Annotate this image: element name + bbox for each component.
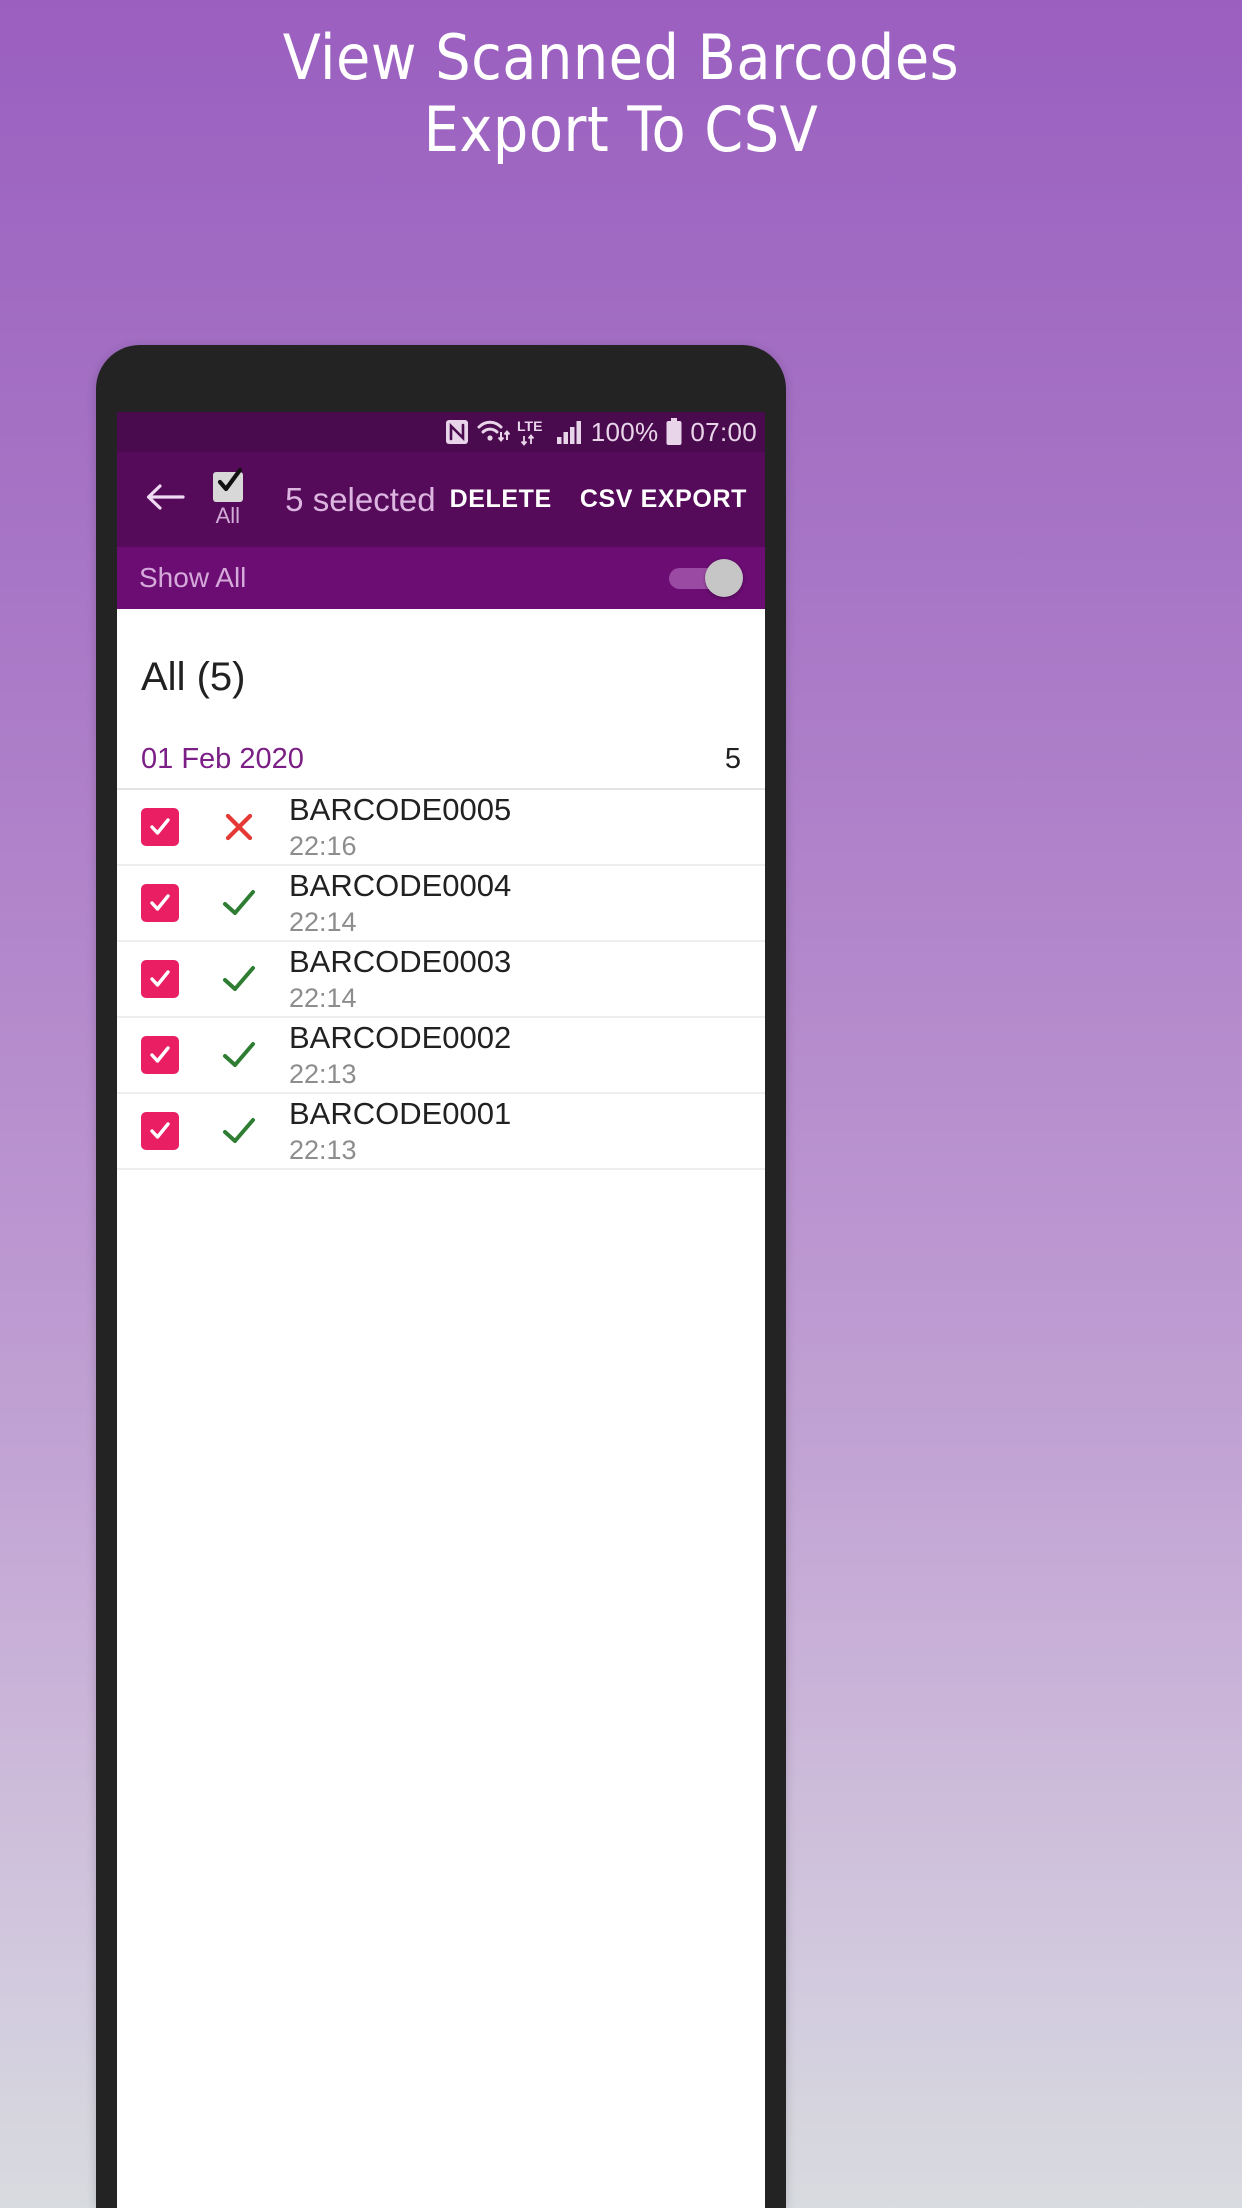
row-time-label: 22:14 [289, 907, 357, 937]
delete-button[interactable]: DELETE [436, 485, 566, 514]
selection-count-title: 5 selected [285, 480, 436, 518]
row-checkbox[interactable] [141, 884, 179, 922]
table-row[interactable]: BARCODE0005 22:16 [117, 790, 765, 866]
row-texts: BARCODE0004 22:14 [289, 868, 511, 938]
row-texts: BARCODE0002 22:13 [289, 1020, 511, 1090]
promo-line-1: View Scanned Barcodes [282, 21, 960, 94]
status-ok-icon [211, 884, 267, 922]
back-button[interactable] [137, 481, 193, 518]
clock-label: 07:00 [690, 417, 757, 447]
row-checkbox[interactable] [141, 1036, 179, 1074]
row-barcode-label: BARCODE0002 [289, 1020, 512, 1055]
show-all-bar: Show All [117, 547, 765, 609]
row-checkbox[interactable] [141, 808, 179, 846]
row-texts: BARCODE0005 22:16 [289, 792, 511, 862]
table-row[interactable]: BARCODE0002 22:13 [117, 1018, 765, 1094]
app-bar-actions: DELETE CSV EXPORT [436, 485, 765, 514]
row-barcode-label: BARCODE0005 [289, 792, 512, 827]
app-bar: All 5 selected DELETE CSV EXPORT [117, 452, 765, 547]
phone-frame: LTE 100% 07:00 All 5 selected DELETE CSV… [96, 345, 786, 2208]
table-row[interactable]: BARCODE0003 22:14 [117, 942, 765, 1018]
nfc-icon [445, 419, 469, 445]
status-ok-icon [211, 1036, 267, 1074]
csv-export-button[interactable]: CSV EXPORT [566, 485, 761, 514]
back-arrow-icon [145, 481, 185, 518]
wifi-icon [476, 419, 510, 445]
show-all-label: Show All [139, 562, 247, 593]
list-title: All (5) [141, 655, 246, 699]
date-group-header: 01 Feb 2020 5 [117, 701, 765, 790]
battery-icon [665, 418, 683, 446]
show-all-toggle[interactable] [669, 559, 743, 597]
table-row[interactable]: BARCODE0004 22:14 [117, 866, 765, 942]
lte-icon: LTE [517, 418, 549, 446]
promo-line-2: Export To CSV [423, 93, 819, 166]
status-ok-icon [211, 960, 267, 998]
row-barcode-label: BARCODE0003 [289, 944, 512, 979]
row-time-label: 22:13 [289, 1059, 357, 1089]
row-texts: BARCODE0003 22:14 [289, 944, 511, 1014]
row-checkbox[interactable] [141, 960, 179, 998]
date-group-count: 5 [724, 743, 741, 775]
row-time-label: 22:14 [289, 983, 357, 1013]
row-time-label: 22:16 [289, 831, 357, 861]
row-time-label: 22:13 [289, 1135, 357, 1165]
row-barcode-label: BARCODE0001 [289, 1096, 512, 1131]
row-barcode-label: BARCODE0004 [289, 868, 512, 903]
promo-headline: View Scanned Barcodes Export To CSV [0, 22, 1242, 166]
select-all-checkbox[interactable]: All [197, 467, 260, 528]
battery-percent-label: 100% [590, 417, 659, 447]
phone-top-bezel [96, 345, 786, 415]
status-ok-icon [211, 1112, 267, 1150]
phone-screen: LTE 100% 07:00 All 5 selected DELETE CSV… [117, 412, 765, 2208]
checkbox-checked-icon [212, 467, 243, 502]
row-texts: BARCODE0001 22:13 [289, 1096, 511, 1166]
status-fail-icon [211, 808, 267, 846]
table-row[interactable]: BARCODE0001 22:13 [117, 1094, 765, 1170]
svg-text:LTE: LTE [517, 418, 542, 434]
select-all-label: All [215, 503, 241, 528]
status-bar: LTE 100% 07:00 [117, 412, 765, 452]
row-checkbox[interactable] [141, 1112, 179, 1150]
date-group-label: 01 Feb 2020 [141, 743, 304, 775]
barcode-list: All (5) 01 Feb 2020 5 BARCODE0005 22:16 … [117, 609, 765, 2208]
toggle-thumb [705, 559, 743, 597]
signal-icon [556, 419, 584, 445]
